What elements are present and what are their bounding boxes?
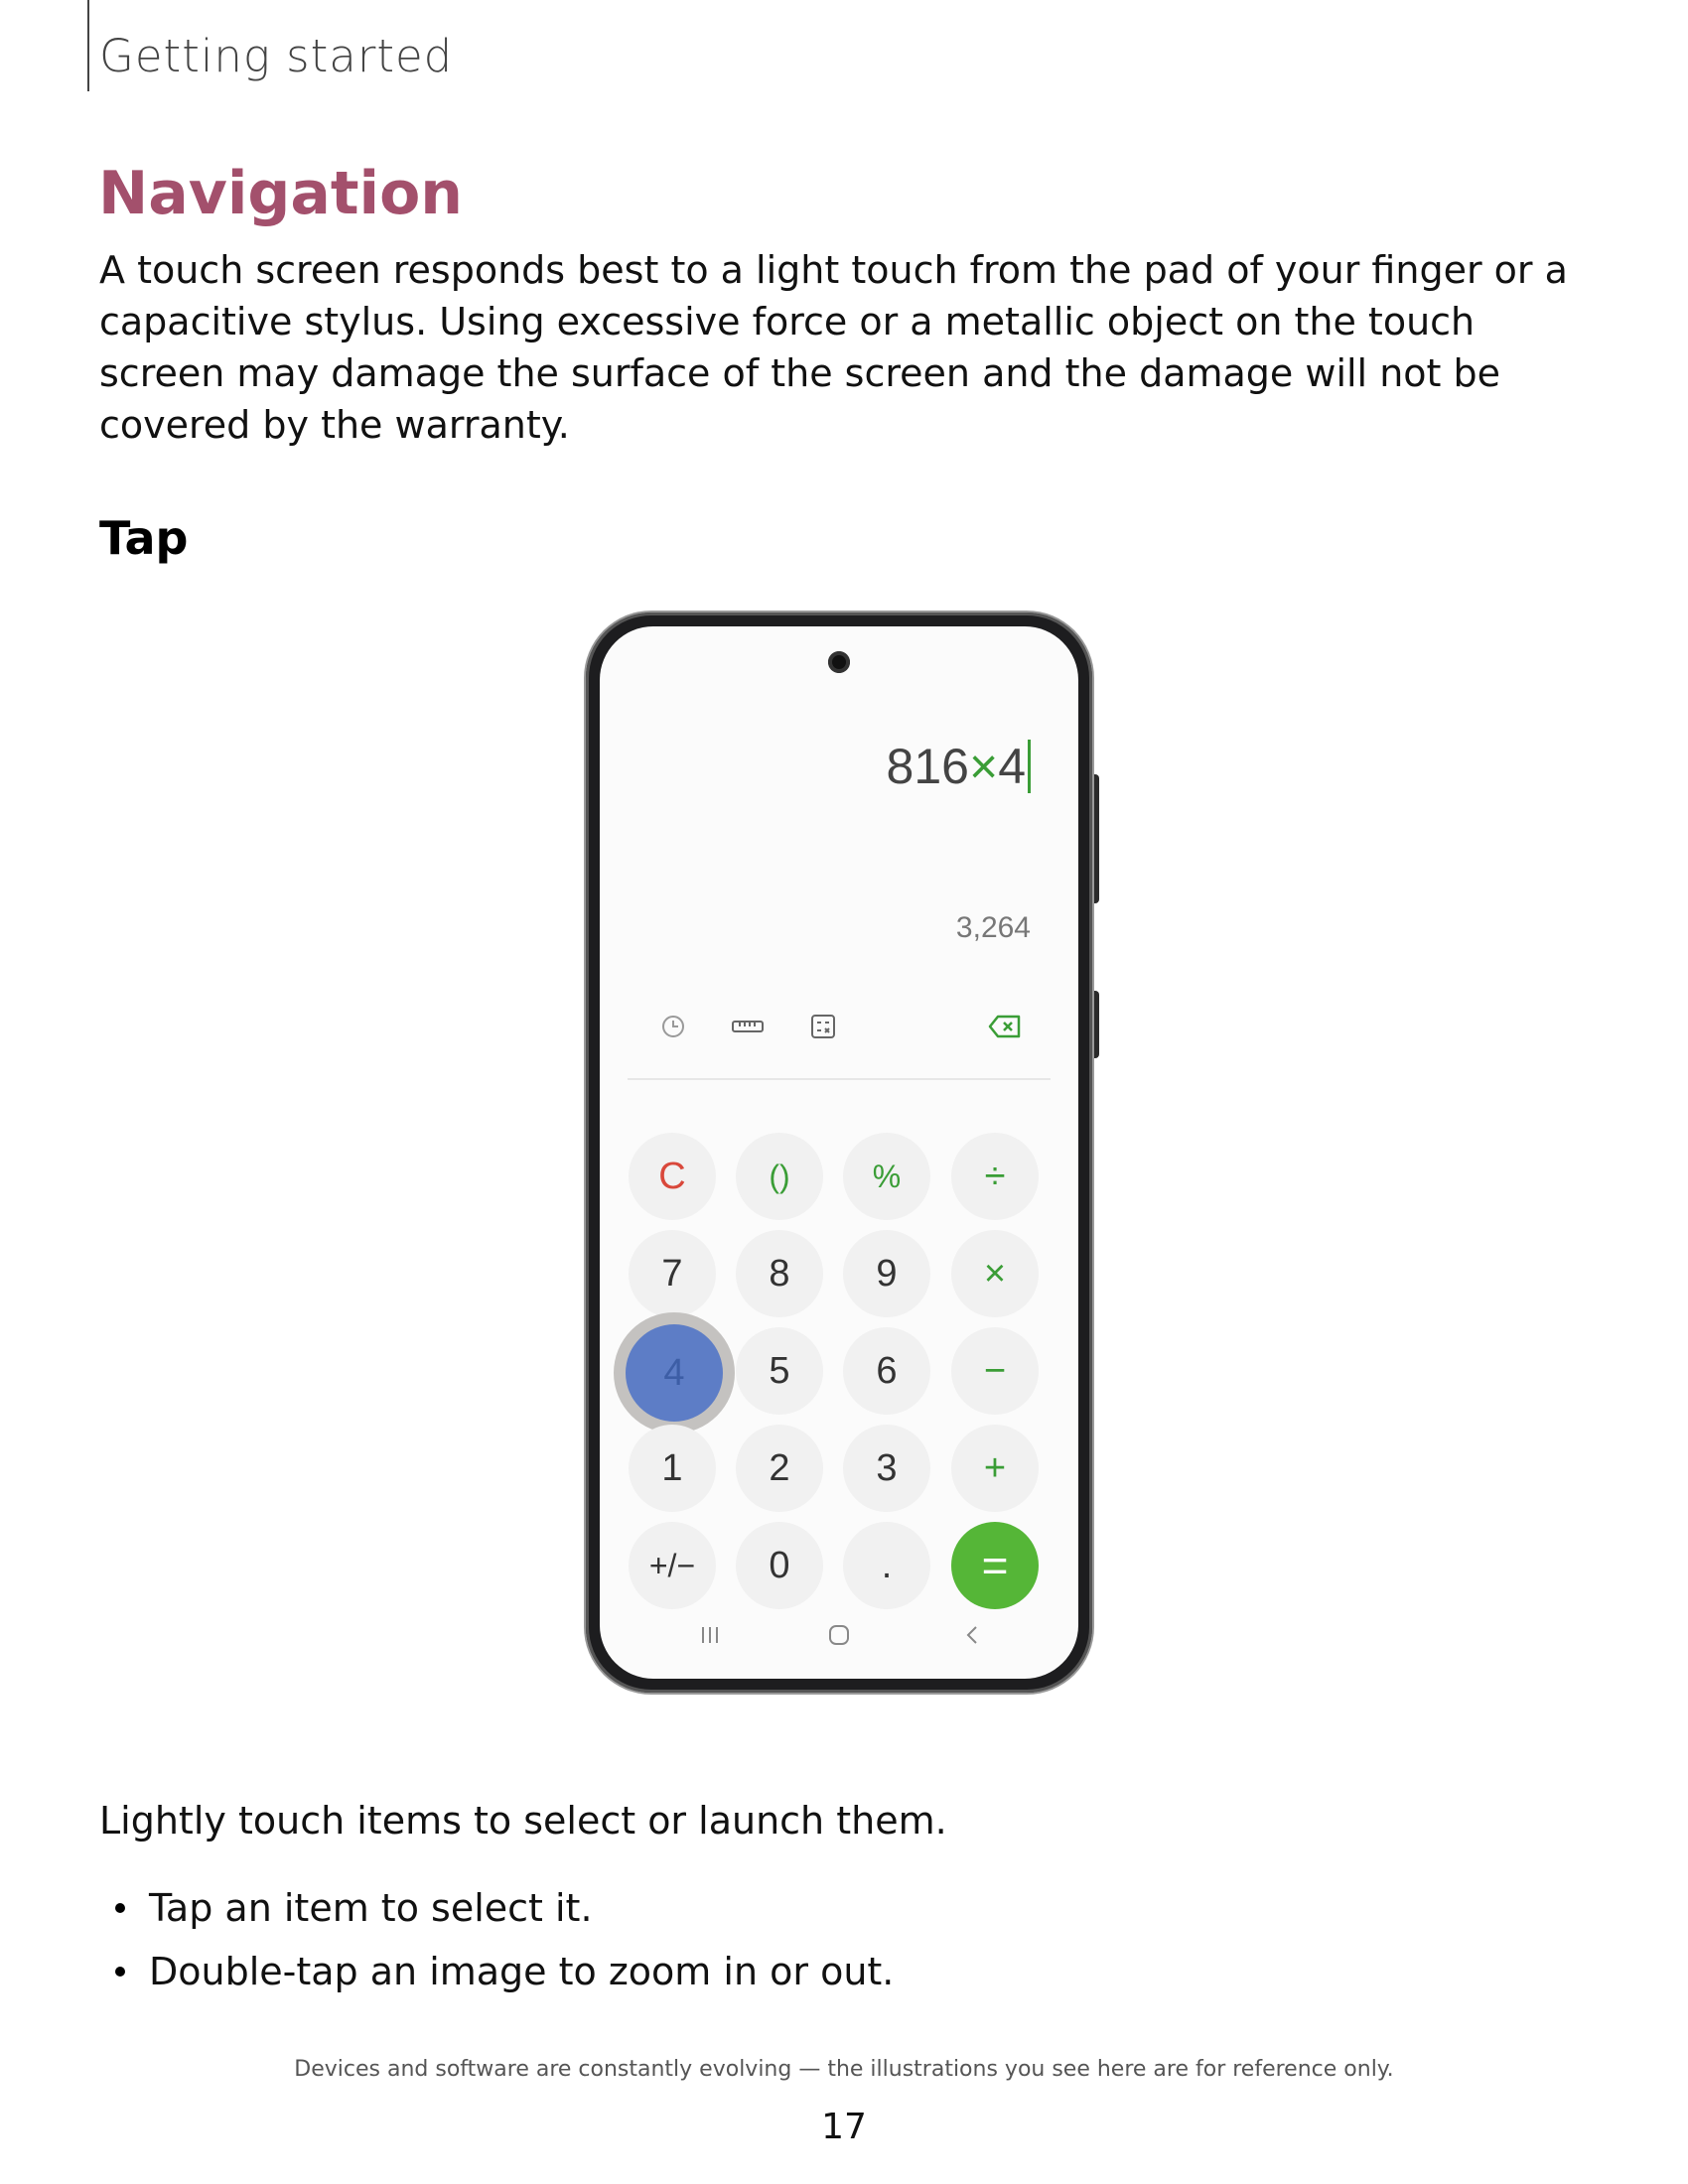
key-percent[interactable]: %: [843, 1133, 930, 1220]
key-3[interactable]: 3: [843, 1425, 930, 1512]
key-5[interactable]: 5: [736, 1327, 823, 1415]
phone-side-key: [1091, 991, 1099, 1058]
lead-paragraph: Lightly touch items to select or launch …: [99, 1799, 947, 1843]
list-item: Tap an item to select it.: [99, 1876, 894, 1940]
key-clear[interactable]: C: [629, 1133, 716, 1220]
phone-illustration: 816×4 3,264 C () % ÷ 7 8 9 × 4 5 6 − 1 2…: [586, 613, 1092, 1693]
key-0[interactable]: 0: [736, 1522, 823, 1609]
backspace-icon[interactable]: [988, 1010, 1022, 1043]
subheading-tap: Tap: [99, 511, 189, 565]
expression-operand-1: 816: [886, 739, 969, 794]
bullet-text: Tap an item to select it.: [149, 1886, 593, 1930]
ruler-icon[interactable]: [731, 1010, 765, 1043]
scientific-calculator-icon[interactable]: [806, 1010, 840, 1043]
key-6[interactable]: 6: [843, 1327, 930, 1415]
key-decimal[interactable]: .: [843, 1522, 930, 1609]
touch-indicator[interactable]: 4: [614, 1312, 735, 1433]
recent-apps-icon[interactable]: [692, 1617, 728, 1653]
footer-disclaimer: Devices and software are constantly evol…: [294, 2057, 1394, 2082]
key-1[interactable]: 1: [629, 1425, 716, 1512]
section-rule: [87, 0, 89, 91]
key-minus[interactable]: −: [951, 1327, 1039, 1415]
list-item: Double-tap an image to zoom in or out.: [99, 1940, 894, 2003]
key-2[interactable]: 2: [736, 1425, 823, 1512]
key-multiply[interactable]: ×: [951, 1230, 1039, 1317]
key-9[interactable]: 9: [843, 1230, 930, 1317]
key-7[interactable]: 7: [629, 1230, 716, 1317]
key-divide[interactable]: ÷: [951, 1133, 1039, 1220]
bullet-icon: [115, 1903, 125, 1913]
calculator-result: 3,264: [955, 911, 1031, 944]
intro-paragraph: A touch screen responds best to a light …: [99, 248, 1568, 447]
back-icon[interactable]: [954, 1617, 990, 1653]
key-8[interactable]: 8: [736, 1230, 823, 1317]
bullet-list: Tap an item to select it. Double-tap an …: [99, 1876, 894, 2003]
history-icon[interactable]: [656, 1010, 690, 1043]
expression-operand-2: 4: [998, 739, 1026, 794]
key-4[interactable]: 4: [626, 1324, 723, 1422]
key-plus-minus[interactable]: +/−: [629, 1522, 716, 1609]
section-header: Getting started: [99, 30, 454, 82]
bullet-icon: [115, 1967, 125, 1977]
text-cursor: [1028, 740, 1031, 793]
page-number: 17: [821, 2107, 867, 2147]
page-title: Navigation: [98, 159, 464, 228]
home-icon[interactable]: [821, 1617, 857, 1653]
phone-volume-key: [1091, 774, 1099, 903]
key-parentheses[interactable]: (): [736, 1133, 823, 1220]
keypad-divider: [628, 1078, 1051, 1080]
calculator-expression[interactable]: 816×4: [887, 738, 1031, 795]
key-plus[interactable]: +: [951, 1425, 1039, 1512]
calculator-screen: 816×4 3,264 C () % ÷ 7 8 9 × 4 5 6 − 1 2…: [600, 626, 1078, 1679]
front-camera: [828, 651, 850, 673]
bullet-text: Double-tap an image to zoom in or out.: [149, 1950, 895, 1993]
expression-operator: ×: [968, 739, 999, 794]
key-equals[interactable]: =: [951, 1522, 1039, 1609]
